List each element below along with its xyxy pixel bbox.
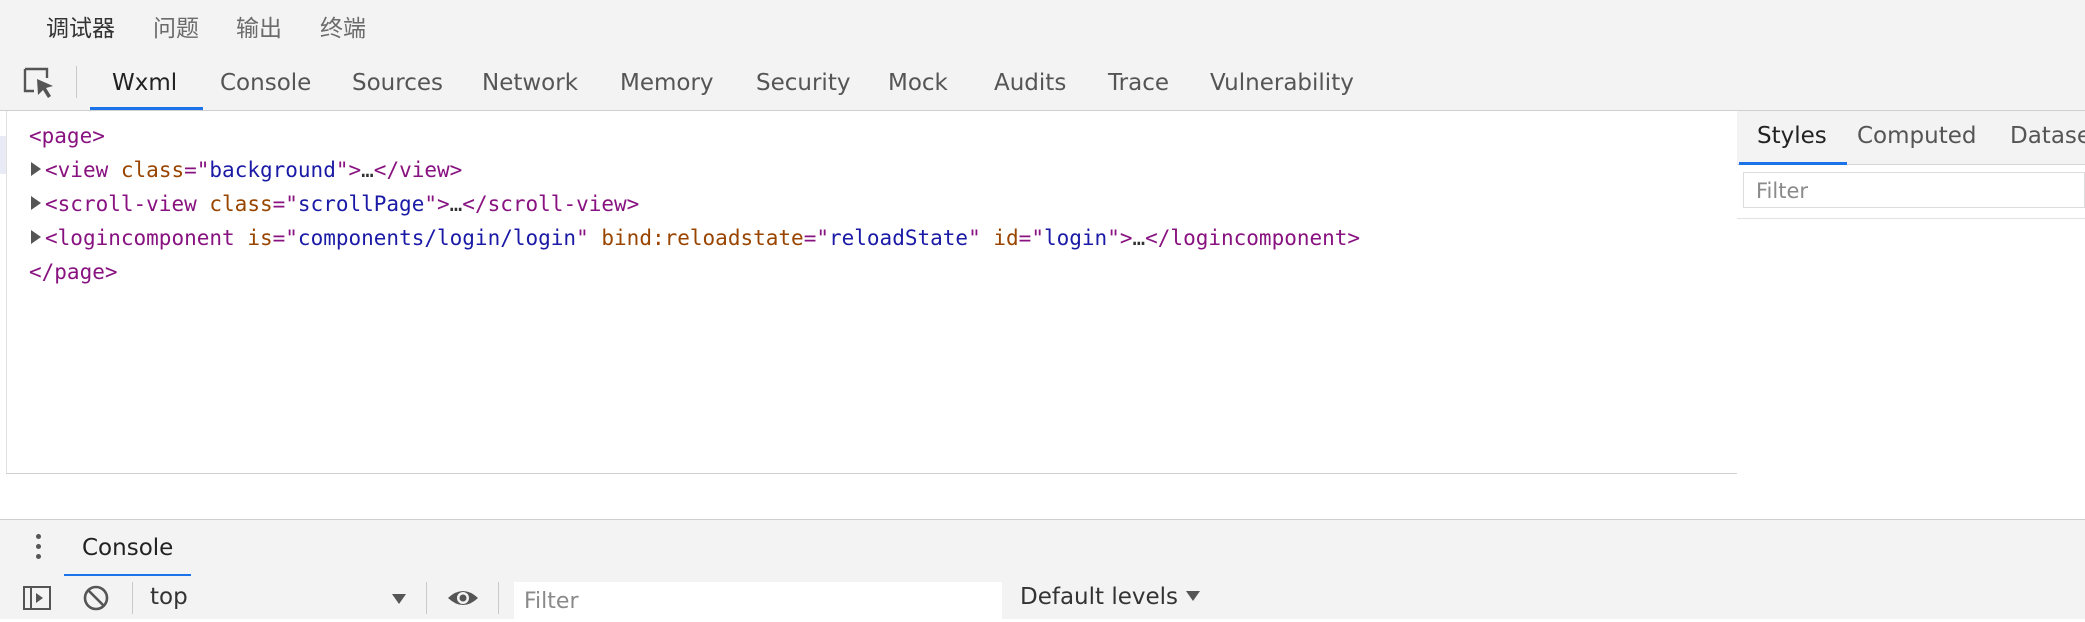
equals-sign: =" [1018,226,1044,250]
devtools-toolbar: Wxml Console Sources Network Memory Secu… [0,54,2085,111]
attr-name: is [247,226,273,250]
tab-audits[interactable]: Audits [994,54,1066,110]
open-bracket: < [45,158,58,182]
expand-triangle-icon[interactable] [31,196,41,210]
tab-debugger[interactable]: 调试器 [46,14,115,57]
attr-name: class [209,192,273,216]
styles-filter-input[interactable]: Filter [1743,172,2085,208]
tab-output[interactable]: 输出 [236,14,282,44]
attr-name: bind:reloadstate [601,226,804,250]
open-bracket: < [45,226,58,250]
close-tag: </logincomponent> [1145,226,1361,250]
console-toolbar: top Filter Default levels [0,576,2085,619]
tag-text: </page> [29,260,118,284]
tab-network[interactable]: Network [482,54,578,110]
ellipsis[interactable]: … [1132,226,1145,250]
close-quote: "> [424,192,450,216]
tab-console[interactable]: Console [220,54,311,110]
separator [426,582,427,614]
node-tag-name: scroll-view [57,192,197,216]
page-close-tag[interactable]: </page> [29,255,118,289]
page-open-tag[interactable]: <page> [29,119,105,153]
close-quote: "> [1107,226,1133,250]
tab-mock[interactable]: Mock [888,54,948,110]
drawer-tab-console[interactable]: Console [63,535,192,577]
attr-name: class [120,158,185,182]
close-quote: " [968,226,981,250]
sidebar-toggle-icon[interactable] [22,584,52,616]
close-tag: </scroll-view> [462,192,640,216]
tab-problems[interactable]: 问题 [153,14,199,44]
panel-tabs-bar: 调试器 问题 输出 终端 [0,0,2085,57]
tab-wxml[interactable]: Wxml [89,54,204,110]
tab-sources[interactable]: Sources [352,54,443,110]
node-tag-name: logincomponent [57,226,235,250]
open-bracket: < [45,192,58,216]
console-drawer-bar: Console [0,519,2085,577]
close-tag: </view> [373,158,463,182]
attr-value: components/login/login [297,226,577,250]
console-filter-input[interactable]: Filter [514,582,1002,619]
chevron-down-icon [1186,590,1201,601]
attr-value: reloadState [828,226,969,250]
node-tag-name: view [57,158,109,182]
styles-tabs-bar: Styles Computed Dataset [1737,111,2085,165]
tag-text: <page> [29,124,105,148]
ellipsis[interactable]: … [450,192,463,216]
ellipsis[interactable]: … [361,158,374,182]
divider [1737,218,2085,219]
close-quote: "> [335,158,362,182]
tab-vulnerability[interactable]: Vulnerability [1210,54,1354,110]
expand-triangle-icon[interactable] [31,162,41,176]
wxml-tree-panel: <page> <view class="background">…</view>… [6,111,1738,474]
toolbar-separator [76,66,77,98]
dropdown-arrow-icon[interactable] [392,594,406,604]
tab-security[interactable]: Security [756,54,850,110]
close-quote: " [576,226,589,250]
eye-icon[interactable] [446,586,480,614]
equals-sign: =" [803,226,829,250]
tree-node-view[interactable]: <view class="background">…</view> [31,153,462,187]
attr-value: background [209,158,336,182]
context-select[interactable]: top [150,584,188,610]
tab-dataset[interactable]: Dataset [2010,123,2085,149]
styles-sidebar: Styles Computed Dataset Filter [1737,111,2085,519]
inspect-element-icon[interactable] [22,66,58,100]
breadcrumb-strip [6,474,1736,518]
tab-trace[interactable]: Trace [1108,54,1169,110]
tab-computed[interactable]: Computed [1857,123,1976,149]
clear-console-icon[interactable] [82,584,110,616]
tab-styles[interactable]: Styles [1739,123,1847,165]
separator [132,582,133,614]
equals-sign: =" [184,158,210,182]
attr-value: scrollPage [297,192,425,216]
equals-sign: =" [272,192,298,216]
levels-label: Default levels [1020,584,1179,610]
attr-value: login [1043,226,1108,250]
tab-memory[interactable]: Memory [620,54,714,110]
equals-sign: =" [272,226,298,250]
tab-terminal[interactable]: 终端 [320,14,366,44]
tree-node-scroll-view[interactable]: <scroll-view class="scrollPage">…</scrol… [31,187,639,221]
kebab-menu-icon[interactable] [36,534,42,562]
separator [498,582,499,614]
attr-name: id [993,226,1019,250]
log-levels-dropdown[interactable]: Default levels [1020,584,1201,610]
tree-node-logincomponent[interactable]: <logincomponent is="components/login/log… [31,221,1360,255]
expand-triangle-icon[interactable] [31,230,41,244]
